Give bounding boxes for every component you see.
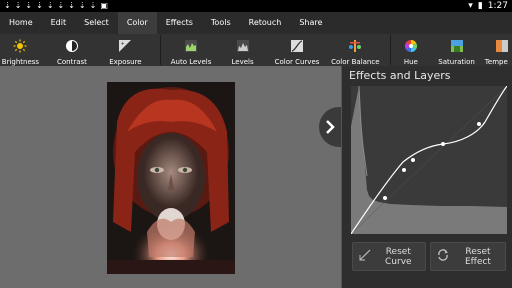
tool-exposure[interactable]: + Exposure	[103, 34, 148, 66]
tool-label: Saturation	[438, 58, 475, 66]
color-curve-editor[interactable]	[350, 85, 508, 235]
tool-label: Contrast	[56, 58, 87, 66]
menu-retouch[interactable]: Retouch	[240, 12, 291, 34]
portrait-image	[107, 82, 235, 274]
download-icon: ⇣	[57, 1, 65, 10]
download-icon: ⇣	[89, 1, 97, 10]
temperature-icon	[495, 40, 508, 52]
reset-curve-line2: Curve	[385, 256, 412, 267]
wifi-icon: ▾	[468, 1, 473, 11]
menu-edit[interactable]: Edit	[42, 12, 76, 34]
download-icon: ⇣	[78, 1, 86, 10]
tool-label: Levels	[231, 58, 254, 66]
download-icon: ⇣	[14, 1, 22, 10]
menu-select[interactable]: Select	[75, 12, 118, 34]
tool-label: Color Balance	[331, 58, 380, 66]
tool-contrast[interactable]: Contrast	[41, 34, 103, 66]
download-icon: ⇣	[36, 1, 43, 10]
tool-temperature[interactable]: Tempe	[483, 34, 512, 66]
curve-graph	[350, 85, 508, 235]
reset-icon	[437, 249, 449, 264]
reset-curve-button[interactable]: Reset Curve	[352, 242, 426, 271]
tool-label: Tempe	[484, 58, 508, 66]
tool-saturation[interactable]: Saturation	[430, 34, 483, 66]
menu-effects[interactable]: Effects	[157, 12, 202, 34]
menu-color[interactable]: Color	[117, 12, 157, 34]
exposure-icon: +	[119, 40, 132, 52]
tool-brightness[interactable]: Brightness	[0, 34, 41, 66]
effects-layers-panel: Effects and Layers Reset Curve Reset Eff…	[341, 66, 512, 288]
levels-icon	[236, 40, 249, 52]
tool-label: Exposure	[109, 58, 142, 66]
tool-label: Auto Levels	[170, 58, 212, 66]
tool-label: Color Curves	[274, 58, 320, 66]
download-icon: ⇣	[25, 1, 33, 10]
menu-tools[interactable]: Tools	[202, 12, 240, 34]
download-icon: ⇣	[4, 1, 11, 10]
reset-curve-icon	[359, 249, 371, 264]
menu-share[interactable]: Share	[290, 12, 331, 34]
reset-effect-line2: Effect	[465, 256, 491, 267]
menu-home[interactable]: Home	[0, 12, 42, 34]
notification-icons: ⇣ ⇣ ⇣ ⇣ ⇣ ⇣ ⇣ ⇣ ⇣ ▣	[4, 0, 108, 12]
photo-icon: ▣	[100, 1, 108, 10]
tool-label: Brightness	[1, 58, 40, 66]
menu-bar: Home Edit Select Color Effects Tools Ret…	[0, 12, 512, 34]
saturation-icon	[450, 40, 463, 52]
tool-color-curves[interactable]: Color Curves	[270, 34, 324, 66]
svg-text:+: +	[121, 41, 125, 47]
panel-title: Effects and Layers	[349, 69, 451, 82]
curve-point	[477, 122, 481, 126]
reset-curve-line1: Reset	[385, 246, 411, 257]
auto-levels-icon	[185, 40, 198, 52]
photo-canvas[interactable]	[107, 82, 235, 274]
curve-point	[383, 196, 387, 200]
status-time: 1:27	[487, 1, 508, 11]
tool-auto-levels[interactable]: Auto Levels	[167, 34, 216, 66]
reset-effect-button[interactable]: Reset Effect	[430, 242, 506, 271]
toolbar-divider	[159, 35, 161, 65]
curve-point	[411, 158, 415, 162]
brightness-icon	[13, 39, 27, 53]
color-curves-icon	[291, 40, 303, 52]
download-icon: ⇣	[46, 1, 54, 10]
tool-hue[interactable]: Hue	[391, 34, 430, 66]
tool-color-balance[interactable]: Color Balance	[324, 34, 386, 66]
color-balance-icon	[349, 40, 362, 52]
contrast-icon	[65, 40, 78, 52]
hue-icon	[404, 40, 417, 52]
tool-label: Hue	[403, 58, 418, 66]
reset-effect-line1: Reset	[465, 246, 491, 257]
download-icon: ⇣	[68, 1, 75, 10]
battery-icon: ▮	[477, 1, 483, 11]
tool-levels[interactable]: Levels	[215, 34, 269, 66]
status-bar: ⇣ ⇣ ⇣ ⇣ ⇣ ⇣ ⇣ ⇣ ⇣ ▣ ▾ ▮ 1:27	[0, 0, 512, 12]
curve-point	[441, 142, 445, 146]
chevron-right-icon	[326, 120, 335, 134]
curve-point	[402, 168, 406, 172]
tool-bar: Brightness Contrast + Exposure Auto Leve…	[0, 34, 512, 66]
